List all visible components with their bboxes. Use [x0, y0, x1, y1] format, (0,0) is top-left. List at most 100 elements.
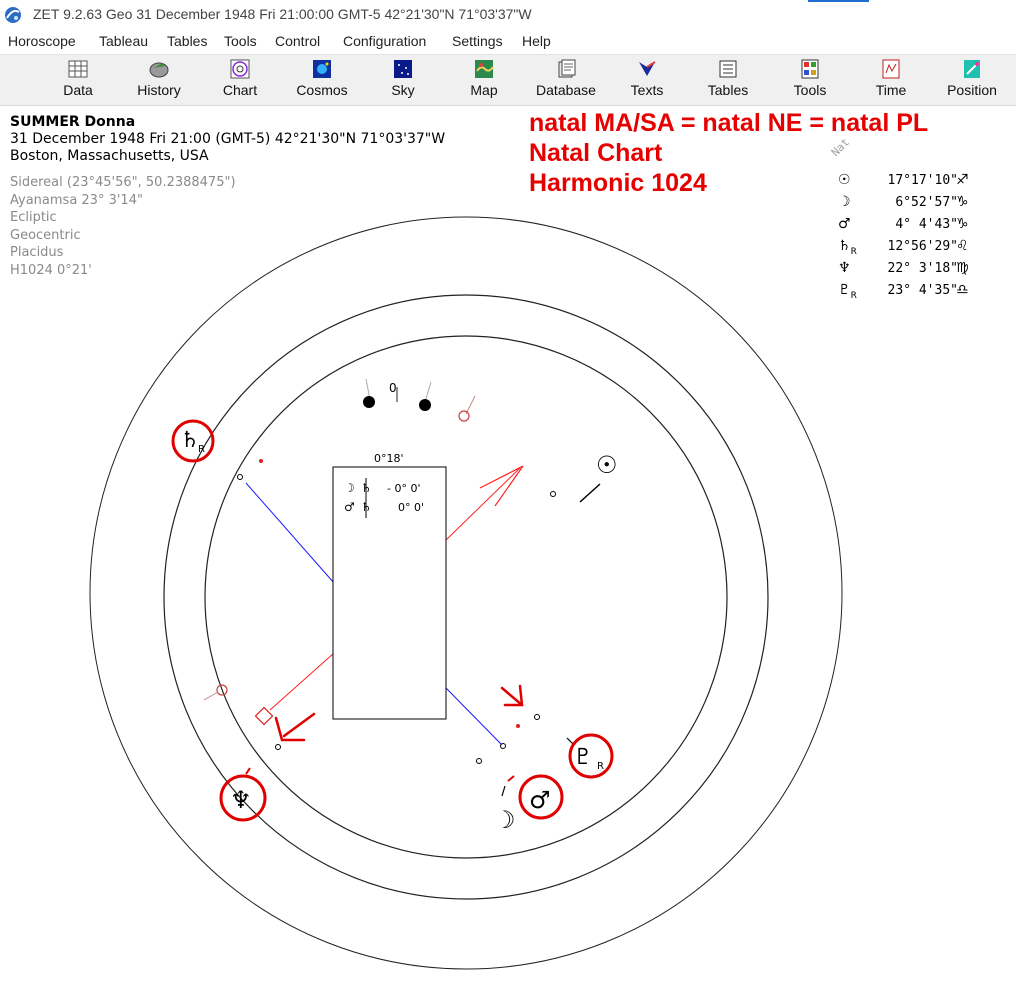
toolbar-time-button[interactable]: Time — [855, 59, 927, 103]
retrograde-label: R — [597, 761, 604, 772]
tick-mark — [245, 767, 251, 775]
menu-horoscope[interactable]: Horoscope — [8, 33, 76, 49]
toolbar-position-label: Position — [947, 82, 997, 98]
outer-ring — [89, 216, 843, 970]
orb-box-title: 0°18' — [374, 452, 404, 465]
toolbar-map-button[interactable]: Map — [448, 59, 520, 103]
map-icon — [475, 60, 494, 78]
texts-icon — [639, 61, 656, 76]
tick-mark — [424, 381, 432, 403]
toolbar-chart-button[interactable]: Chart — [204, 59, 276, 103]
planet-marker-dot — [237, 474, 243, 480]
menu-configuration[interactable]: Configuration — [343, 33, 426, 49]
toolbar-cosmos-label: Cosmos — [296, 82, 348, 98]
menu-tables[interactable]: Tables — [167, 33, 207, 49]
tools-icon — [801, 59, 819, 79]
history-icon — [149, 62, 169, 78]
mars-icon[interactable]: ♂ — [529, 786, 551, 814]
tick-mark — [203, 691, 219, 701]
menu-help[interactable]: Help — [522, 33, 551, 49]
window-title: ZET 9.2.63 Geo 31 December 1948 Fri 21:0… — [33, 6, 532, 22]
menu-settings[interactable]: Settings — [452, 33, 503, 49]
time-icon — [882, 59, 900, 79]
toolbar-texts-label: Texts — [630, 82, 664, 98]
annotation-arrow — [500, 684, 524, 707]
birth-place: Boston, Massachusetts, USA — [10, 148, 209, 164]
app-logo-icon — [5, 7, 21, 23]
moon-icon: ☽ — [344, 481, 355, 495]
tick-mark — [507, 775, 515, 782]
toolbar-position-button[interactable]: Position — [936, 59, 1008, 103]
toolbar-data-button[interactable]: Data — [42, 59, 114, 103]
retrograde-label: R — [198, 444, 205, 455]
annotation-chart-type: Natal Chart — [529, 139, 663, 167]
setting-zodiac: Sidereal (23°45'56", 50.2388475") — [10, 175, 236, 190]
angle-point[interactable] — [363, 396, 375, 408]
position-value: 17°17'10" — [887, 173, 958, 188]
menu-bar: Horoscope Tableau Tables Tools Control C… — [0, 30, 1016, 54]
mars-icon: ♂ — [344, 500, 355, 514]
toolbar-history-label: History — [137, 82, 181, 98]
zero-degree-label: 0 — [389, 381, 397, 395]
aspect-line-red — [445, 467, 521, 541]
moon-icon[interactable]: ☽ — [494, 806, 516, 834]
annotation-arrow — [274, 712, 316, 742]
tick-mark — [465, 395, 476, 415]
toolbar-database-label: Database — [536, 82, 596, 98]
toolbar-cosmos-button[interactable]: Cosmos — [286, 59, 358, 103]
middle-ring — [163, 294, 769, 900]
pluto-icon[interactable]: ♇ — [573, 745, 593, 770]
toolbar-tables-button[interactable]: Tables — [692, 59, 764, 103]
cosmos-icon — [313, 60, 331, 78]
toolbar-history-button[interactable]: History — [123, 59, 195, 103]
menu-tableau[interactable]: Tableau — [99, 33, 148, 49]
toolbar-tools-label: Tools — [793, 82, 827, 98]
toolbar-database-button[interactable]: Database — [530, 59, 602, 103]
red-dot-marker — [259, 459, 263, 463]
menu-control[interactable]: Control — [275, 33, 320, 49]
sun-icon[interactable]: ☉ — [596, 451, 618, 479]
chart-wheel-icon — [230, 59, 250, 79]
planet-marker-dot — [550, 491, 556, 497]
orb-value: 0° 0' — [398, 501, 424, 514]
red-dot-marker — [516, 724, 520, 728]
planet-marker-dot — [476, 758, 482, 764]
midpoint-marker[interactable] — [458, 410, 470, 422]
aspect-line-blue — [445, 687, 503, 746]
toolbar-time-label: Time — [875, 82, 907, 98]
planet-marker-dot — [275, 744, 281, 750]
toolbar: Data History Chart Cosmos Sky Map Databa… — [0, 54, 1016, 106]
position-row-sun[interactable]: ☉ 17°17'10" ♐ — [838, 172, 1016, 192]
sky-stars-icon — [394, 60, 412, 78]
toolbar-tools-button[interactable]: Tools — [774, 59, 846, 103]
toolbar-texts-button[interactable]: Texts — [611, 59, 683, 103]
toolbar-tables-label: Tables — [707, 82, 749, 98]
toolbar-map-label: Map — [470, 82, 498, 98]
database-icon — [558, 59, 576, 78]
position-icon — [964, 60, 980, 78]
toolbar-data-label: Data — [63, 82, 93, 98]
harmonic-chart-wheel[interactable]: 0 0°18' ☽ ♄ - 0° 0' ♂ ♄ 0° 0' ♄ R ☉ ♇ R … — [0, 200, 1016, 1000]
toolbar-sky-button[interactable]: Sky — [367, 59, 439, 103]
tables-icon — [719, 60, 737, 78]
inner-ring — [204, 335, 728, 859]
toolbar-chart-label: Chart — [222, 82, 258, 98]
toolbar-sky-label: Sky — [391, 82, 415, 98]
neptune-icon[interactable]: ♆ — [230, 786, 252, 814]
data-grid-icon — [68, 60, 88, 78]
orb-value: - 0° 0' — [387, 482, 420, 495]
saturn-icon[interactable]: ♄ — [180, 428, 200, 453]
square-aspect-marker[interactable] — [254, 706, 274, 726]
title-accent-bar — [808, 0, 869, 2]
annotation-midpoint-note: natal MA/SA = natal NE = natal PL — [529, 109, 929, 137]
birth-datetime: 31 December 1948 Fri 21:00 (GMT-5) 42°21… — [10, 131, 446, 147]
sun-tick — [579, 483, 601, 503]
moon-tick — [501, 785, 506, 797]
aspect-line-red — [269, 652, 335, 711]
angle-point[interactable] — [419, 399, 431, 411]
pluto-tick — [566, 737, 574, 745]
person-name: SUMMER Donna — [10, 114, 136, 130]
aspect-line-blue — [245, 482, 335, 584]
menu-tools[interactable]: Tools — [224, 33, 257, 49]
planet-marker-dot — [534, 714, 540, 720]
